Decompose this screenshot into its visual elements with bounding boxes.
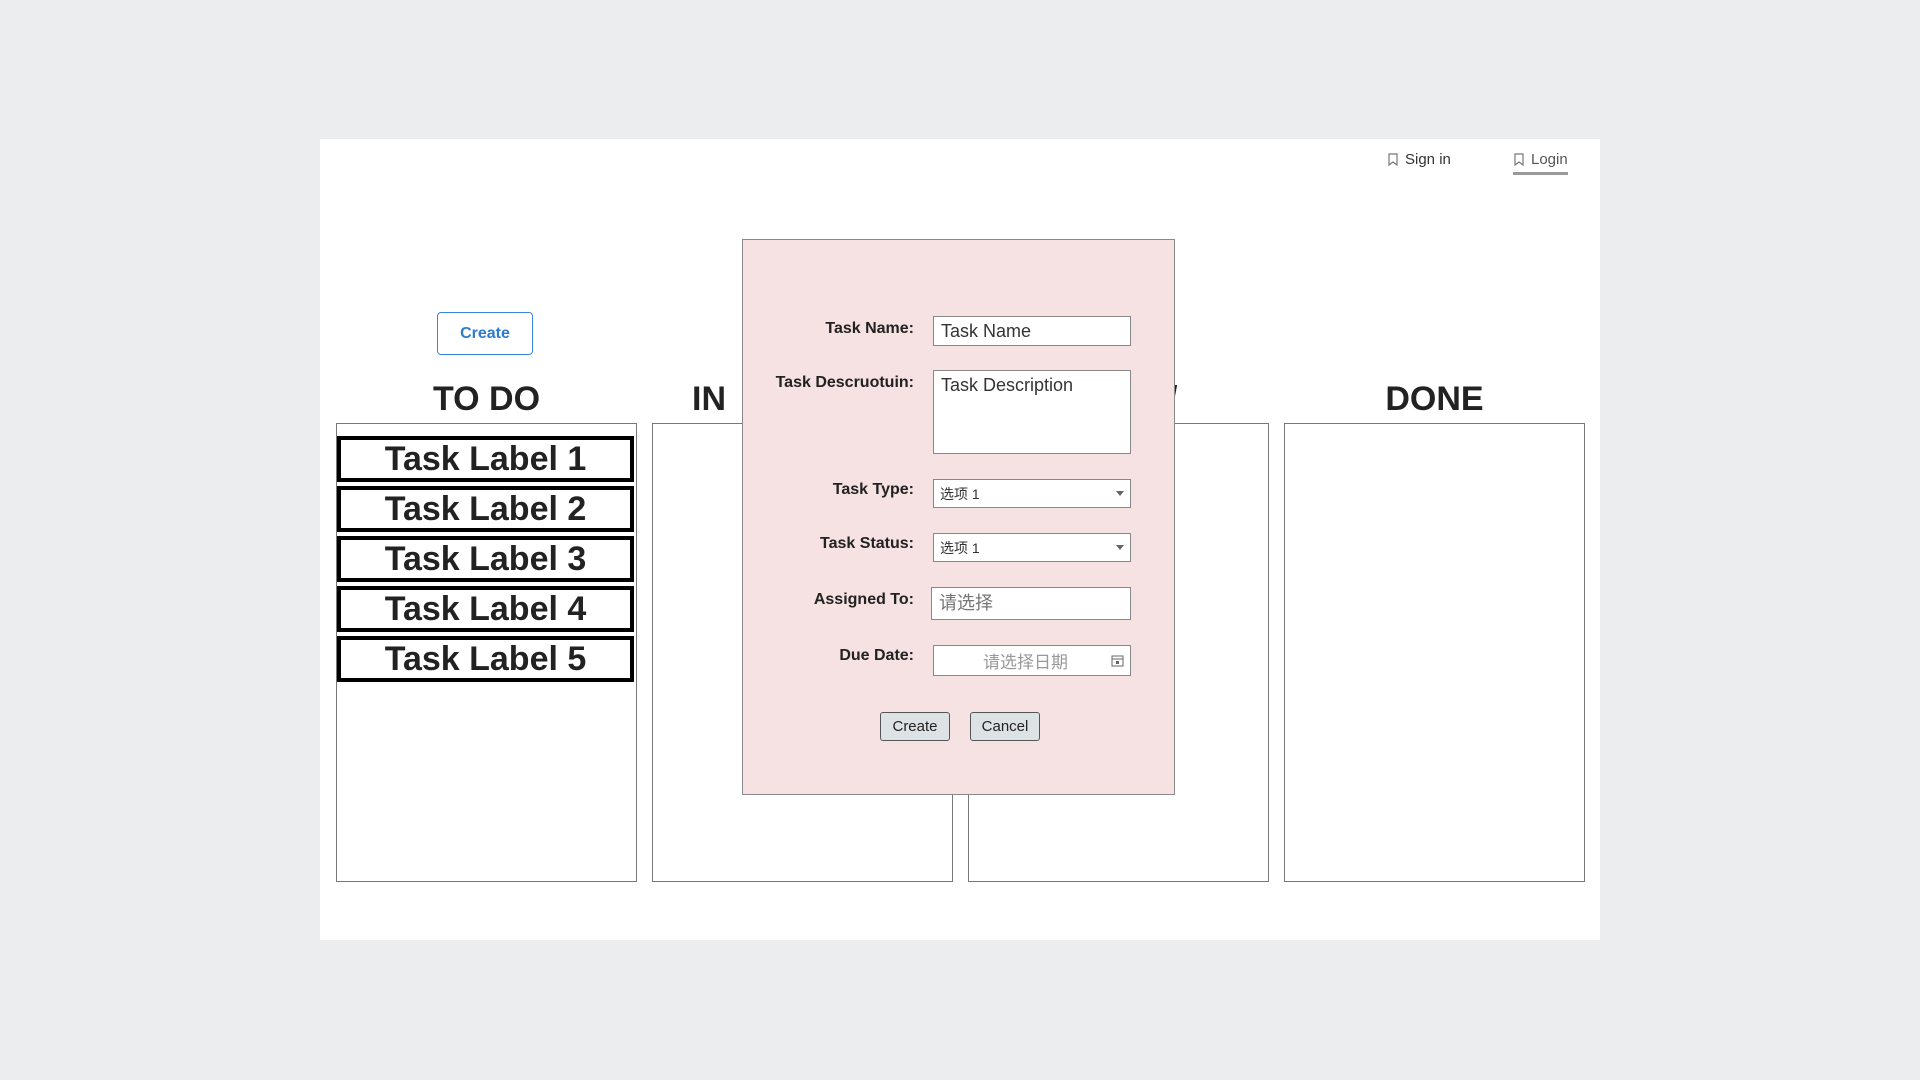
column-done: DONE (1284, 379, 1585, 882)
task-status-select[interactable]: 选项 1 (933, 533, 1131, 562)
due-date-placeholder: 请选择日期 (983, 653, 1068, 672)
nav-login[interactable]: Login (1513, 145, 1568, 175)
task-card[interactable]: Task Label 3 (337, 536, 634, 582)
app-page: Sign in Login Create TO DO Task Label 1 … (320, 139, 1600, 940)
due-date-label: Due Date: (839, 647, 914, 664)
task-card[interactable]: Task Label 4 (337, 586, 634, 632)
task-card[interactable]: Task Label 5 (337, 636, 634, 682)
chevron-down-icon (1116, 545, 1124, 550)
task-name-label: Task Name: (825, 320, 914, 337)
task-type-label: Task Type: (832, 481, 914, 498)
task-type-select[interactable]: 选项 1 (933, 479, 1131, 508)
login-label: Login (1531, 150, 1568, 168)
modal-cancel-button[interactable]: Cancel (970, 712, 1040, 741)
task-status-value: 选项 1 (940, 539, 980, 556)
task-type-value: 选项 1 (940, 485, 980, 502)
column-dropzone[interactable] (1284, 423, 1585, 882)
bookmark-icon (1388, 152, 1398, 166)
column-title: DONE (1385, 380, 1484, 418)
due-date-picker[interactable]: 请选择日期 (933, 645, 1131, 676)
column-title: TO DO (432, 380, 541, 418)
create-task-button[interactable]: Create (437, 312, 533, 355)
task-name-input[interactable] (933, 316, 1131, 346)
sign-in-label: Sign in (1405, 150, 1451, 168)
column-dropzone[interactable]: Task Label 1 Task Label 2 Task Label 3 T… (336, 423, 637, 882)
create-task-modal: Task Name: Task Descruotuin: Task Descri… (742, 239, 1175, 795)
bookmark-icon (1514, 152, 1524, 166)
column-todo: TO DO Task Label 1 Task Label 2 Task Lab… (336, 379, 637, 882)
modal-create-button[interactable]: Create (880, 712, 950, 741)
task-description-label: Task Descruotuin: (775, 374, 914, 391)
assigned-to-input[interactable] (931, 587, 1131, 620)
nav-sign-in[interactable]: Sign in (1387, 145, 1451, 173)
calendar-icon (1111, 655, 1124, 667)
task-description-input[interactable]: Task Description (933, 370, 1131, 454)
task-status-label: Task Status: (820, 535, 914, 552)
task-card[interactable]: Task Label 1 (337, 436, 634, 482)
assigned-to-label: Assigned To: (813, 591, 914, 608)
chevron-down-icon (1116, 491, 1124, 496)
task-card[interactable]: Task Label 2 (337, 486, 634, 532)
